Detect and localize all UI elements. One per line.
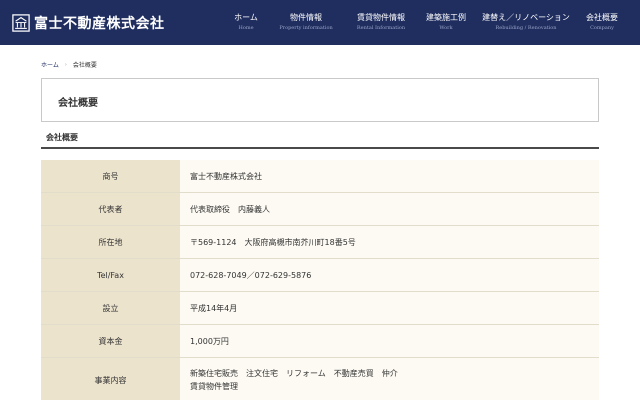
row-label: 代表者 — [41, 193, 180, 225]
breadcrumb-current: 会社概要 — [72, 62, 97, 69]
company-name: 富士不動産株式会社 — [34, 16, 165, 32]
row-value-text: 072-628-7049／072-629-5876 — [190, 270, 312, 280]
table-row: 代表者 代表取締役 内藤義人 — [41, 193, 599, 226]
section-divider — [41, 147, 599, 149]
breadcrumb: ホーム › 会社概要 — [41, 60, 97, 70]
table-row: 資本金 1,000万円 — [41, 325, 599, 358]
row-label: Tel/Fax — [41, 259, 180, 291]
row-label: 事業内容 — [41, 358, 180, 400]
building-logo-icon — [12, 14, 30, 32]
row-value: 新築住宅販売 注文住宅 リフォーム 不動産売買 仲介 賃貸物件管理 — [180, 358, 599, 400]
row-value-text: 1,000万円 — [190, 336, 229, 346]
row-value: 平成14年4月 — [180, 292, 599, 324]
nav-label: 会社概要 — [586, 13, 618, 22]
row-value-text: 新築住宅販売 注文住宅 リフォーム 不動産売買 仲介 — [190, 369, 398, 378]
breadcrumb-home-link[interactable]: ホーム — [41, 60, 59, 69]
row-value-text: 富士不動産株式会社 — [190, 171, 262, 181]
row-value: 072-628-7049／072-629-5876 — [180, 259, 599, 291]
row-label: 設立 — [41, 292, 180, 324]
row-value: 代表取締役 内藤義人 — [180, 193, 599, 225]
table-row: 商号 富士不動産株式会社 — [41, 160, 599, 193]
row-value-text: 平成14年4月 — [190, 303, 238, 313]
table-row: 所在地 〒569-1124 大阪府高槻市南芥川町18番5号 — [41, 226, 599, 259]
table-row: 設立 平成14年4月 — [41, 292, 599, 325]
row-value-text: 〒569-1124 大阪府高槻市南芥川町18番5号 — [190, 237, 356, 247]
row-label: 所在地 — [41, 226, 180, 258]
row-value: 〒569-1124 大阪府高槻市南芥川町18番5号 — [180, 226, 599, 258]
table-row: 事業内容 新築住宅販売 注文住宅 リフォーム 不動産売買 仲介 賃貸物件管理 — [41, 358, 599, 400]
nav-sublabel: Company — [590, 25, 614, 31]
chevron-right-icon: › — [64, 61, 67, 68]
row-label: 商号 — [41, 160, 180, 192]
section-title: 会社概要 — [46, 133, 78, 142]
row-value: 富士不動産株式会社 — [180, 160, 599, 192]
row-label: 資本金 — [41, 325, 180, 357]
row-value-text: 賃貸物件管理 — [190, 382, 238, 391]
table-row: Tel/Fax 072-628-7049／072-629-5876 — [41, 259, 599, 292]
company-info-table: 商号 富士不動産株式会社 代表者 代表取締役 内藤義人 所在地 〒569-112… — [41, 160, 599, 400]
row-value-text: 代表取締役 内藤義人 — [190, 204, 270, 214]
nav-item-company[interactable]: 会社概要 Company — [552, 12, 640, 33]
page-title: 会社概要 — [58, 98, 98, 109]
row-value: 1,000万円 — [180, 325, 599, 357]
site-logo[interactable]: 富士不動産株式会社 — [12, 13, 165, 33]
site-header: 富士不動産株式会社 ホーム Home 物件情報 Property informa… — [0, 0, 640, 45]
page-title-box: 会社概要 — [41, 78, 599, 122]
